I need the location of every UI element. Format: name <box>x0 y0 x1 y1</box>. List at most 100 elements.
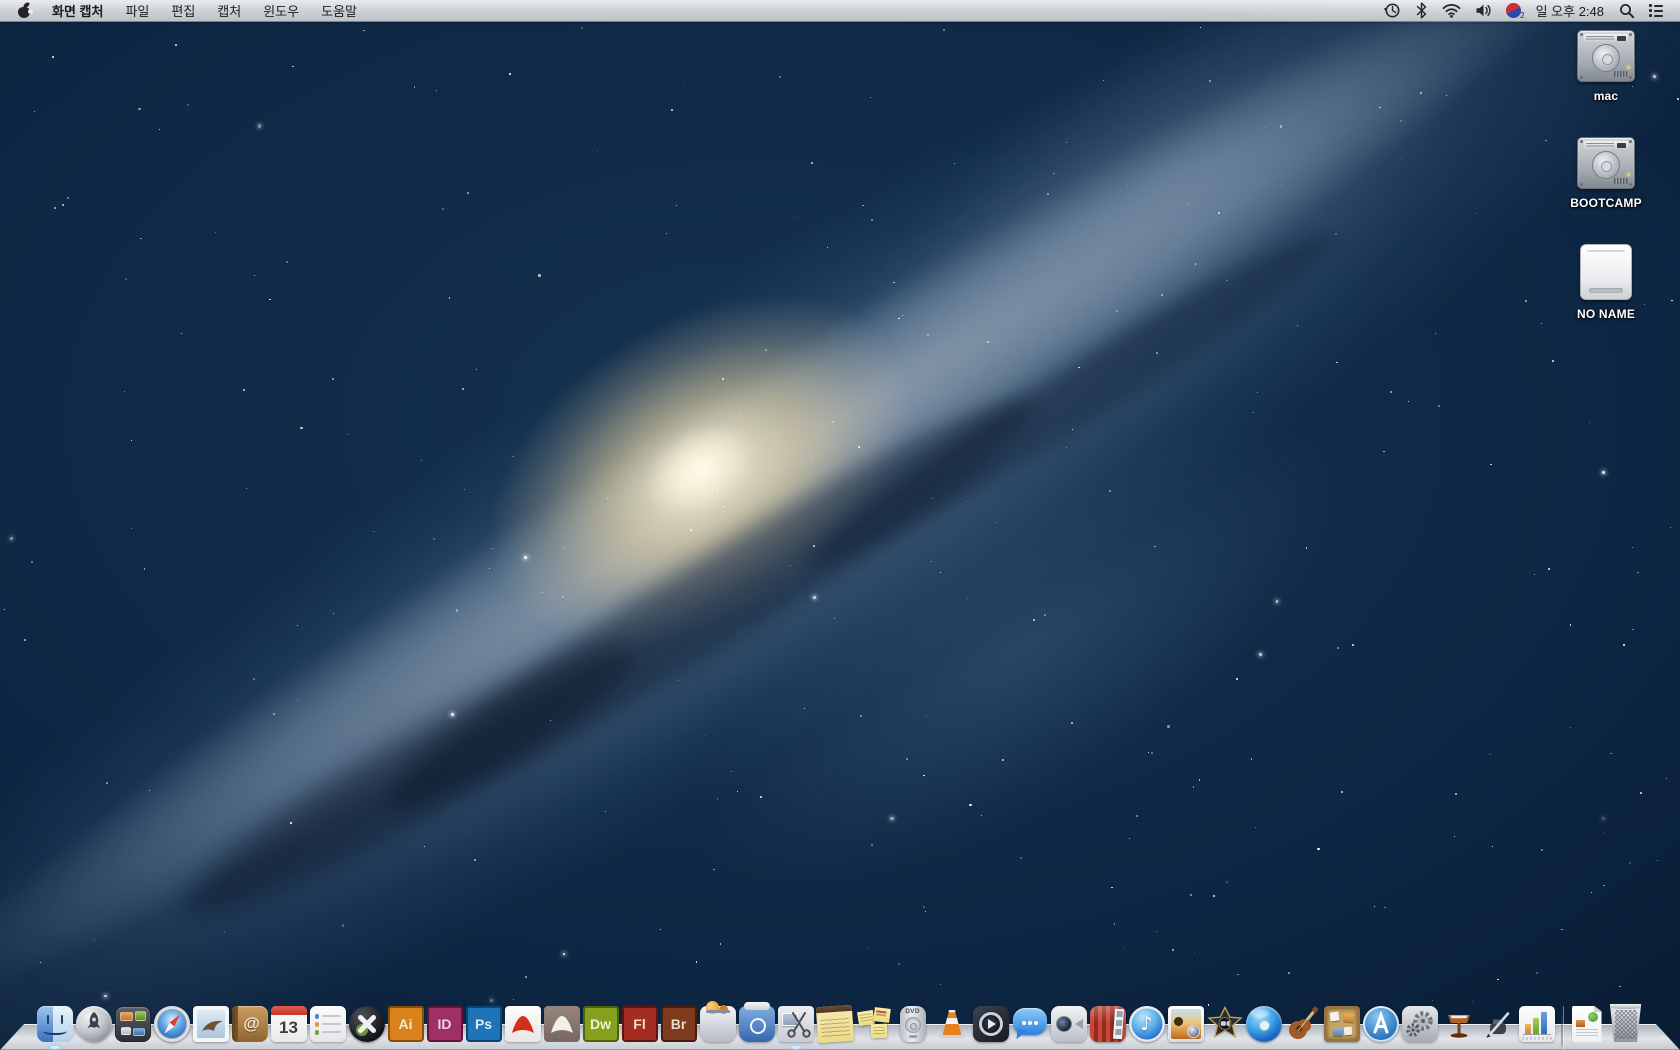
adobe-flash-icon: Fl <box>621 1006 658 1042</box>
internal-hdd-icon <box>1576 137 1635 189</box>
dock-item-notes[interactable] <box>815 1004 854 1044</box>
dock-item-adobe-bridge[interactable]: Br <box>660 1006 697 1042</box>
dock-item-numbers[interactable] <box>1518 1006 1555 1042</box>
time-machine-menu[interactable] <box>1377 0 1408 21</box>
menu-bar-status: 2 일 오후 2:48 <box>1377 0 1680 21</box>
mail-stamp-icon <box>192 1006 229 1042</box>
dock-item-finder[interactable] <box>36 1006 73 1049</box>
adobe-illustrator-label: Ai <box>398 1016 413 1032</box>
dock-item-adobe-illustrator[interactable]: Ai <box>387 1006 424 1042</box>
dock-item-corkboard-app[interactable] <box>1323 1006 1360 1042</box>
dock-item-x11[interactable] <box>348 1006 385 1042</box>
app-menu-title[interactable]: 화면 캡처 <box>41 0 114 21</box>
toast-toaster-icon <box>699 1001 736 1042</box>
dock-item-garageband[interactable] <box>1285 1006 1321 1042</box>
running-indicator <box>50 1046 59 1049</box>
menu-bar-left: 화면 캡처 파일 편집 캡처 윈도우 도움말 <box>0 0 368 21</box>
apple-menu[interactable] <box>14 0 41 21</box>
desktop-drive-bootcamp[interactable]: BOOTCAMP <box>1570 137 1642 210</box>
running-indicator <box>791 1046 800 1049</box>
dock-item-system-preferences[interactable] <box>1401 1006 1438 1042</box>
dock-item-mission-control[interactable] <box>114 1006 151 1042</box>
dock: @13 Ai ID Ps Dw Fl Br DVD ♪ <box>0 986 1680 1050</box>
stickies-notes-icon <box>856 1006 892 1042</box>
galaxy-band <box>0 0 1680 1050</box>
contacts-book-icon: @ <box>231 1006 268 1042</box>
volume-menu[interactable] <box>1468 0 1499 21</box>
at-glyph: @ <box>243 1014 260 1033</box>
menu-item-3[interactable]: 캡처 <box>206 0 252 21</box>
dock-item-toast-11[interactable] <box>738 1002 775 1042</box>
corkboard-icon <box>1323 1006 1360 1042</box>
dock-item-vlc[interactable] <box>934 1006 970 1042</box>
menu-item-4[interactable]: 윈도우 <box>252 0 310 21</box>
dock-item-adobe-flash[interactable]: Fl <box>621 1006 658 1042</box>
launchpad-rocket-icon <box>75 1006 112 1042</box>
system-preferences-gears-icon <box>1401 1006 1438 1042</box>
dock-item-iphoto[interactable] <box>1167 1006 1204 1042</box>
dock-item-facetime[interactable] <box>1050 1006 1087 1042</box>
dock-item-keynote[interactable] <box>1441 1006 1477 1042</box>
time-machine-icon <box>1383 3 1400 18</box>
dock-item-mail[interactable] <box>192 1006 229 1042</box>
app-store-icon <box>1362 1006 1399 1042</box>
numbers-chart-icon <box>1518 1006 1555 1042</box>
keynote-lectern-icon <box>1441 1006 1477 1042</box>
dock-item-pages[interactable] <box>1480 1006 1516 1042</box>
dock-item-dvd-player[interactable]: DVD <box>895 1006 931 1042</box>
clock-menu[interactable]: 일 오후 2:48 <box>1528 0 1612 21</box>
external-drive-icon <box>1579 244 1632 300</box>
dock-item-photo-booth[interactable] <box>1089 1006 1126 1042</box>
dock-item-imovie[interactable] <box>1206 1005 1243 1042</box>
dock-item-contacts[interactable]: @ <box>231 1006 268 1042</box>
bluetooth-menu[interactable] <box>1408 0 1435 21</box>
calendar-day: 13 <box>279 1018 298 1037</box>
dock-item-adobe-acrobat[interactable] <box>504 1006 541 1042</box>
menu-item-2[interactable]: 편집 <box>160 0 206 21</box>
bluetooth-icon <box>1416 2 1426 19</box>
dock-item-itunes[interactable]: ♪ <box>1128 1006 1165 1042</box>
itunes-note-icon: ♪ <box>1128 1006 1165 1042</box>
dock-item-app-store[interactable] <box>1362 1006 1399 1042</box>
galaxy-dust-lane <box>363 365 1057 845</box>
input-source-menu[interactable]: 2 <box>1499 0 1528 21</box>
dock-item-quicktime-player[interactable] <box>972 1006 1009 1042</box>
korean-flag-icon: 2 <box>1505 3 1525 20</box>
dock-item-calendar[interactable]: 13 <box>270 1006 307 1042</box>
dock-item-idvd[interactable] <box>1245 1006 1282 1042</box>
dock-item-document-file[interactable] <box>1569 1006 1605 1042</box>
dock-item-safari[interactable] <box>153 1006 190 1042</box>
dock-item-grab-screen-capture[interactable] <box>777 1006 814 1049</box>
dock-item-adobe-photoshop[interactable]: Ps <box>465 1006 502 1042</box>
reminders-icon <box>309 1006 346 1042</box>
spotlight-search-icon <box>1620 3 1635 18</box>
dock-item-trash[interactable] <box>1608 1004 1644 1042</box>
dock-item-stickies[interactable] <box>856 1006 892 1042</box>
adobe-photoshop-icon: Ps <box>465 1006 502 1042</box>
grab-scissors-icon <box>777 1006 814 1042</box>
pages-inkwell-icon <box>1480 1006 1516 1042</box>
galaxy-band-bright <box>0 0 1621 1041</box>
dock-item-adobe-distiller[interactable] <box>543 1006 580 1042</box>
desktop-drive-mac[interactable]: mac <box>1577 30 1635 103</box>
adobe-bridge-icon: Br <box>660 1006 697 1042</box>
dock-item-adobe-dreamweaver[interactable]: Dw <box>582 1006 619 1042</box>
menu-item-5[interactable]: 도움말 <box>310 0 368 21</box>
adobe-indesign-label: ID <box>437 1016 452 1032</box>
dock-item-adobe-indesign[interactable]: ID <box>426 1006 463 1042</box>
dock-item-messages[interactable] <box>1012 1006 1048 1042</box>
spotlight-menu[interactable] <box>1612 0 1642 21</box>
imovie-star-icon <box>1206 1005 1243 1042</box>
photo-booth-curtain-icon <box>1089 1006 1126 1042</box>
dock-item-launchpad[interactable] <box>75 1006 112 1042</box>
menu-item-1[interactable]: 파일 <box>114 0 160 21</box>
quicktime-icon <box>972 1006 1009 1042</box>
desktop-drive-no-name[interactable]: NO NAME <box>1577 244 1635 321</box>
dock-item-reminders[interactable] <box>309 1006 346 1042</box>
volume-icon <box>1476 4 1491 17</box>
wifi-menu[interactable] <box>1435 0 1468 21</box>
galaxy-core-glow <box>367 168 1033 772</box>
notification-center-menu[interactable] <box>1642 0 1670 21</box>
document-file-icon <box>1571 1006 1602 1042</box>
dock-item-toast-titanium[interactable] <box>699 1001 736 1042</box>
